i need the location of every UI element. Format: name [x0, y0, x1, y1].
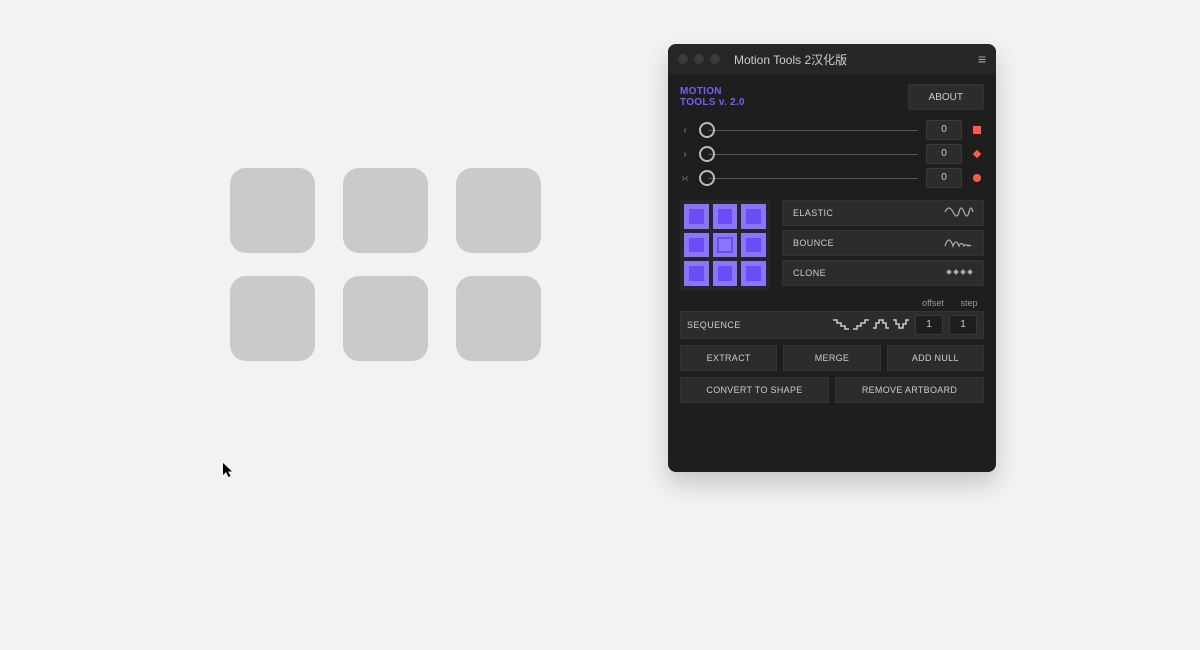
merge-button[interactable]: MERGE: [783, 345, 880, 371]
shape[interactable]: [456, 168, 541, 253]
panel-menu-icon[interactable]: ≡: [978, 52, 986, 66]
clone-button[interactable]: CLONE: [782, 260, 984, 286]
motion-tools-panel: Motion Tools 2汉化版 ≡ MOTION TOOLS v. 2.0 …: [668, 44, 996, 472]
ease-in-slider-row: ‹ 0: [680, 120, 984, 140]
sequence-offset-input[interactable]: 1: [915, 315, 943, 335]
chevron-right-icon: ›: [680, 149, 690, 160]
ease-out-slider-row: › 0: [680, 144, 984, 164]
ease-out-value[interactable]: 0: [926, 144, 962, 164]
shape[interactable]: [456, 276, 541, 361]
anchor-bottom-left[interactable]: [684, 261, 709, 286]
sequence-labels: offset step: [680, 298, 984, 308]
elastic-button[interactable]: ELASTIC: [782, 200, 984, 226]
ease-both-value[interactable]: 0: [926, 168, 962, 188]
about-button[interactable]: ABOUT: [908, 84, 984, 110]
shape[interactable]: [230, 168, 315, 253]
anchor-mid-right[interactable]: [741, 233, 766, 258]
stairs-center-icon[interactable]: [873, 318, 889, 333]
bounce-wave-icon: [945, 236, 973, 250]
stairs-up-icon[interactable]: [853, 318, 869, 333]
add-null-button[interactable]: ADD NULL: [887, 345, 984, 371]
chevrons-in-icon: ›‹: [680, 173, 690, 184]
shape[interactable]: [343, 168, 428, 253]
chevron-left-icon: ‹: [680, 125, 690, 136]
elastic-wave-icon: [945, 206, 973, 220]
shape[interactable]: [343, 276, 428, 361]
ease-in-slider[interactable]: [698, 124, 918, 136]
keyframe-diamond-icon[interactable]: [970, 147, 984, 161]
stairs-edges-icon[interactable]: [893, 318, 909, 333]
ease-in-value[interactable]: 0: [926, 120, 962, 140]
titlebar[interactable]: Motion Tools 2汉化版 ≡: [668, 44, 996, 74]
ease-both-slider-row: ›‹ 0: [680, 168, 984, 188]
close-icon[interactable]: [678, 54, 688, 64]
convert-to-shape-button[interactable]: CONVERT TO SHAPE: [680, 377, 829, 403]
window-controls[interactable]: [678, 54, 720, 64]
anchor-top-right[interactable]: [741, 204, 766, 229]
anchor-bottom-center[interactable]: [713, 261, 738, 286]
bounce-button[interactable]: BOUNCE: [782, 230, 984, 256]
anchor-top-center[interactable]: [713, 204, 738, 229]
window-title: Motion Tools 2汉化版: [734, 51, 966, 68]
extract-button[interactable]: EXTRACT: [680, 345, 777, 371]
anchor-bottom-right[interactable]: [741, 261, 766, 286]
anchor-center[interactable]: [713, 233, 738, 258]
brand-label: MOTION TOOLS v. 2.0: [680, 86, 745, 109]
ease-out-slider[interactable]: [698, 148, 918, 160]
clone-diamonds-icon: [945, 267, 973, 279]
keyframe-square-icon[interactable]: [970, 123, 984, 137]
remove-artboard-button[interactable]: REMOVE ARTBOARD: [835, 377, 984, 403]
anchor-point-grid: [680, 200, 770, 290]
sequence-label: SEQUENCE: [687, 320, 741, 330]
minimize-icon[interactable]: [694, 54, 704, 64]
cursor-icon: [222, 462, 234, 481]
shape[interactable]: [230, 276, 315, 361]
sequence-step-input[interactable]: 1: [949, 315, 977, 335]
zoom-icon[interactable]: [710, 54, 720, 64]
ease-both-slider[interactable]: [698, 172, 918, 184]
anchor-top-left[interactable]: [684, 204, 709, 229]
stairs-down-icon[interactable]: [833, 318, 849, 333]
sequence-row: SEQUENCE 1 1: [680, 311, 984, 339]
keyframe-circle-icon[interactable]: [970, 171, 984, 185]
anchor-mid-left[interactable]: [684, 233, 709, 258]
